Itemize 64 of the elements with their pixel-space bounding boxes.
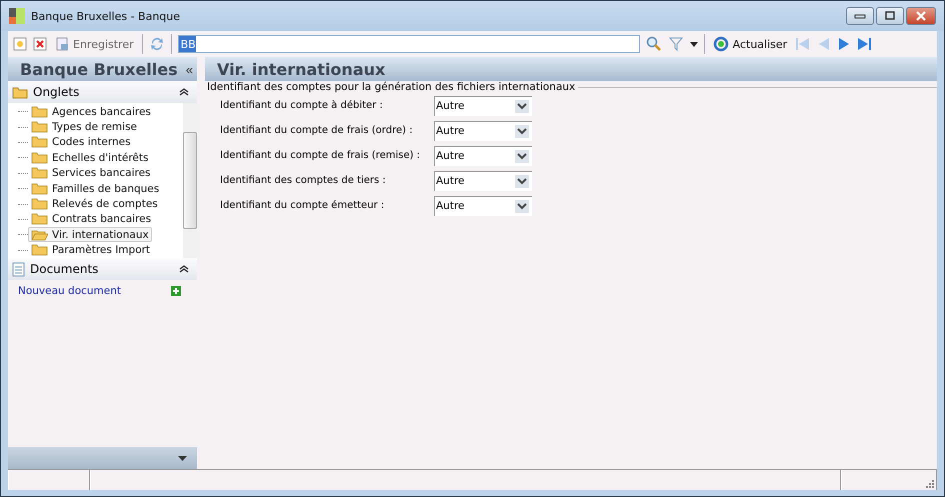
folder-icon xyxy=(31,182,48,195)
refresh-icon xyxy=(712,36,729,52)
last-icon[interactable] xyxy=(857,37,874,51)
collapse-button[interactable]: « xyxy=(186,62,193,76)
tree-item[interactable]: Types de remise xyxy=(28,120,140,135)
maximize-icon xyxy=(884,11,896,21)
dropdown-field[interactable]: Autre xyxy=(434,196,532,216)
scrollbar[interactable] xyxy=(183,103,197,258)
app-icon xyxy=(9,8,25,24)
chevron-icon xyxy=(179,88,189,96)
filter-icon[interactable] xyxy=(668,36,684,52)
field-label: Identifiant des comptes de tiers : xyxy=(220,175,387,186)
tree-item[interactable]: Familles de banques xyxy=(28,181,162,196)
minimize-icon xyxy=(854,13,866,19)
caret-icon[interactable] xyxy=(690,42,698,46)
sync-icon[interactable] xyxy=(148,36,165,52)
search-icon[interactable] xyxy=(646,36,662,52)
sidebar-title: Banque Bruxelles xyxy=(20,60,179,78)
refresh-button[interactable]: Actualiser xyxy=(710,36,790,52)
add-icon[interactable] xyxy=(171,286,181,296)
caret-icon xyxy=(178,456,187,460)
section-header[interactable]: Onglets xyxy=(8,81,197,103)
dropdown-field[interactable]: Autre xyxy=(434,96,532,116)
tree-item[interactable]: Contrats bancaires xyxy=(28,212,154,227)
tree-item[interactable]: Agences bancaires xyxy=(28,104,154,120)
section-header[interactable]: Documents xyxy=(8,258,197,280)
tree-item[interactable]: Vir. internationaux xyxy=(28,227,152,242)
field-label: Identifiant du compte de frais (ordre) : xyxy=(220,125,414,136)
search-field[interactable]: BB xyxy=(178,35,640,53)
folder-icon xyxy=(31,106,48,118)
folder-icon xyxy=(12,86,28,98)
close-icon xyxy=(915,11,927,21)
tree-item[interactable]: Paramètres Import xyxy=(28,242,154,258)
save-icon xyxy=(55,37,69,51)
delete-icon[interactable] xyxy=(33,37,47,51)
folder-icon xyxy=(31,121,48,134)
document-icon xyxy=(12,262,25,276)
close-button[interactable] xyxy=(906,7,936,25)
tree-item[interactable]: Relevés de comptes xyxy=(28,196,161,212)
resize-grip-icon[interactable] xyxy=(925,479,934,488)
field-label: Identifiant du compte de frais (remise) : xyxy=(220,150,422,161)
folder-icon xyxy=(31,167,48,180)
minimize-button[interactable] xyxy=(846,7,874,25)
page-title: Vir. internationaux xyxy=(217,60,386,78)
window-title: Banque Bruxelles - Banque xyxy=(31,10,180,22)
tree-item[interactable]: Services bancaires xyxy=(28,166,154,181)
next-icon[interactable] xyxy=(837,37,852,51)
save-button[interactable]: Enregistrer xyxy=(53,37,136,51)
dropdown-field[interactable]: Autre xyxy=(434,120,532,140)
tree-item[interactable]: Codes internes xyxy=(28,134,134,150)
new-document-link[interactable]: Nouveau document xyxy=(18,285,122,297)
maximize-button[interactable] xyxy=(876,7,904,25)
folder-icon xyxy=(31,152,48,164)
dropdown-field[interactable]: Autre xyxy=(434,146,532,166)
folder-icon xyxy=(31,198,48,210)
field-label: Identifiant du compte à débiter : xyxy=(220,100,384,111)
group-title: Identifiant des comptes pour la génération des fichiers internationaux xyxy=(207,81,576,93)
chevron-icon xyxy=(179,265,189,273)
tree-item[interactable]: Echelles d'intérêts xyxy=(28,150,152,166)
dropdown-field[interactable]: Autre xyxy=(434,170,532,190)
field-label: Identifiant du compte émetteur : xyxy=(220,200,386,211)
folder-icon xyxy=(31,136,48,148)
folder-icon xyxy=(31,228,48,241)
new-document-icon[interactable] xyxy=(13,37,27,51)
